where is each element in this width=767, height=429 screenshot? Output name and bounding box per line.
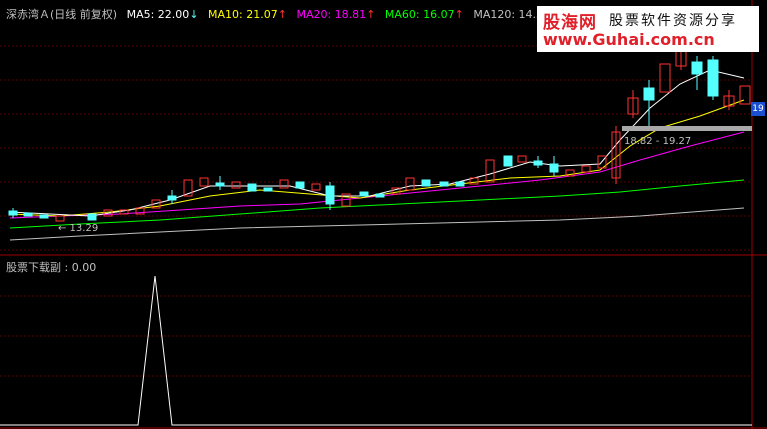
indicator-line — [0, 275, 752, 426]
ma10-label: MA10: 21.07↑ — [208, 8, 287, 21]
ma10-line — [9, 99, 745, 217]
price-tag: 19 — [751, 102, 765, 116]
grid — [0, 45, 752, 377]
range-band — [622, 126, 752, 131]
chart-header: 深赤湾Ａ(日线 前复权) MA5: 22.00↓ MA10: 21.07↑ MA… — [6, 6, 565, 22]
watermark-tagline: 股票软件资源分享 — [609, 13, 737, 29]
stock-title: 深赤湾Ａ(日线 前复权) — [6, 8, 118, 21]
candles — [8, 30, 751, 222]
indicator-header: 股票下载副 : 0.00 — [6, 261, 97, 274]
ma60-label: MA60: 16.07↑ — [384, 8, 464, 21]
ma5-label: MA5: 22.00↓ — [126, 8, 199, 21]
low-price-label: ← 13.29 — [58, 223, 99, 234]
watermark-logo: 股海网 股票软件资源分享 www.Guhai.com.cn — [537, 6, 759, 52]
ma20-label: MA20: 18.81↑ — [296, 8, 376, 21]
ma60-line — [9, 179, 745, 229]
range-label: 18.82 - 19.27 — [624, 136, 692, 147]
watermark-url: www.Guhai.com.cn — [543, 30, 715, 49]
kline-chart[interactable] — [0, 0, 767, 429]
